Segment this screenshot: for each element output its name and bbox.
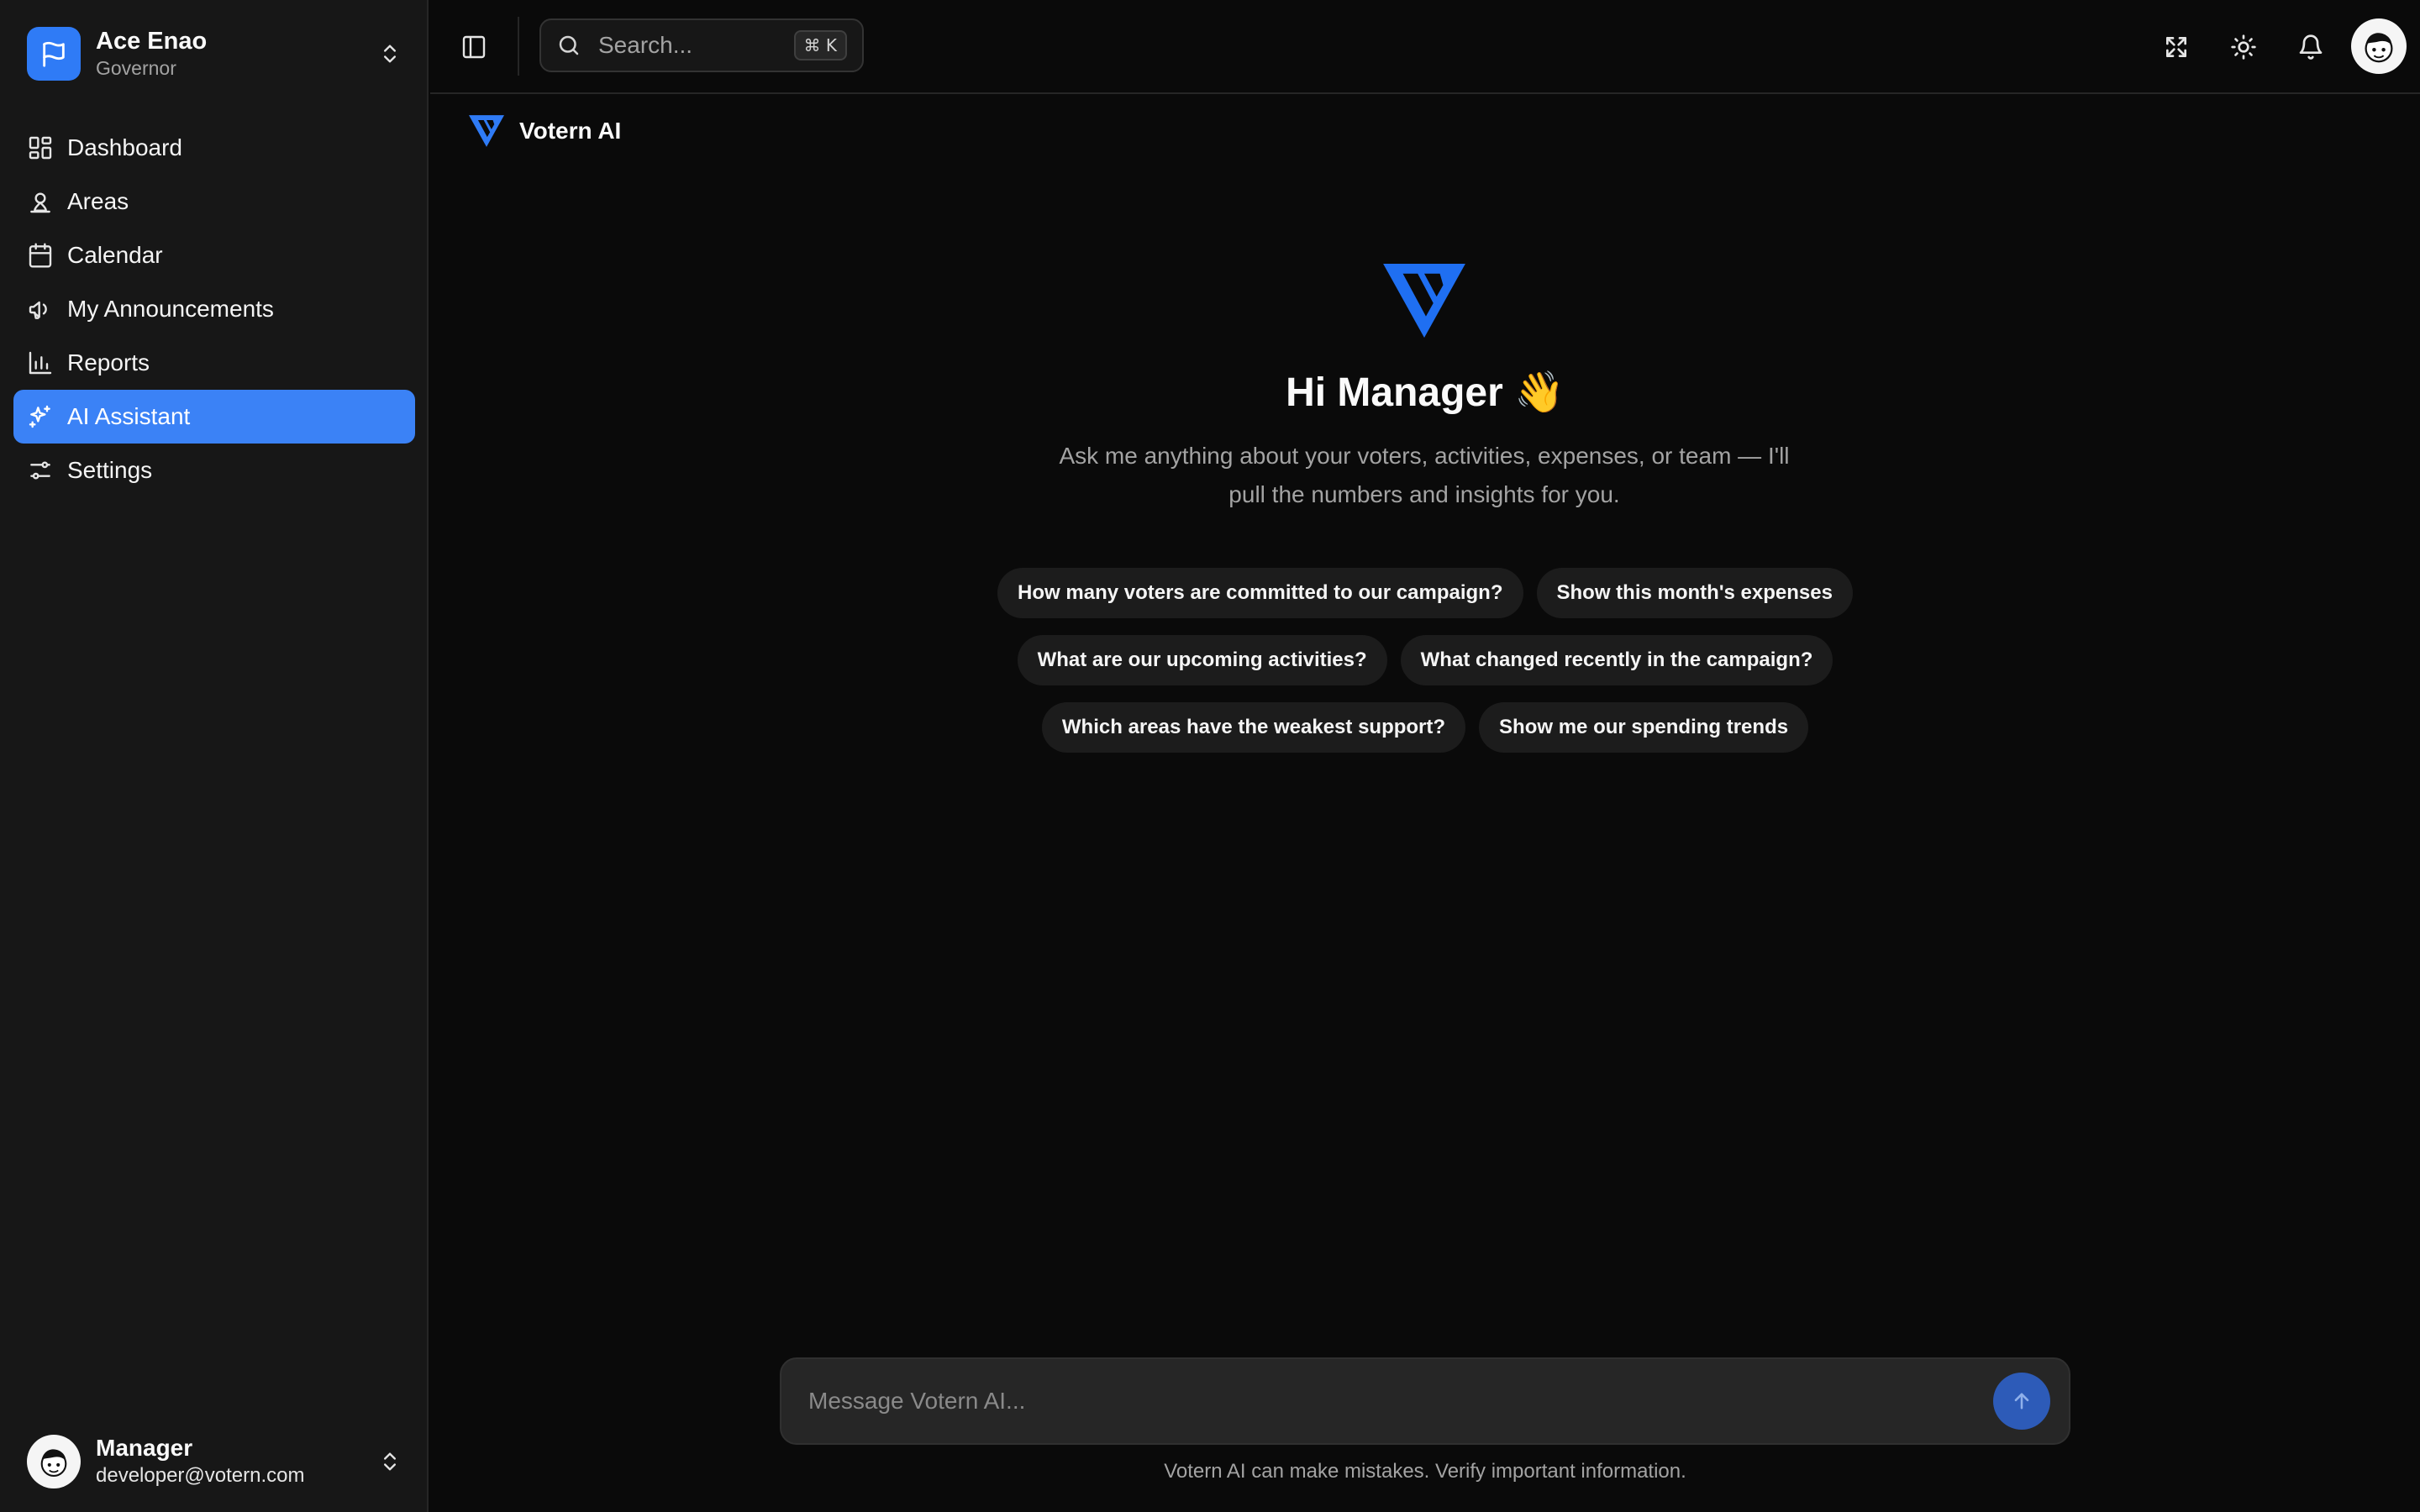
calendar-icon: [29, 243, 52, 268]
suggestion-chip[interactable]: How many voters are committed to our cam…: [997, 568, 1523, 618]
disclaimer-text: Votern AI can make mistakes. Verify impo…: [1164, 1460, 1686, 1483]
send-button[interactable]: [1993, 1373, 2050, 1430]
sidebar-item-areas[interactable]: Areas: [13, 175, 415, 228]
search-placeholder: Search...: [598, 32, 693, 58]
suggestion-chip[interactable]: Show this month's expenses: [1536, 568, 1853, 618]
bar-chart-icon: [29, 351, 52, 375]
avatar: [2365, 33, 2393, 63]
page-title: Votern AI: [469, 114, 621, 148]
sidebar-toggle-button[interactable]: [455, 29, 492, 66]
search-input[interactable]: Search... ⌘ K: [539, 18, 864, 72]
org-switcher[interactable]: Ace Enao Governor: [13, 18, 415, 89]
sidebar-item-label: AI Assistant: [67, 403, 191, 429]
sidebar-nav: Dashboard Areas Calendar My Announcement…: [13, 121, 415, 497]
sidebar-item-label: My Announcements: [67, 296, 274, 322]
sparkles-icon: [29, 405, 50, 428]
user-email: developer@votern.com: [96, 1464, 305, 1487]
suggestion-chip[interactable]: What changed recently in the campaign?: [1400, 635, 1833, 685]
suggestion-row: What are our upcoming activities? What c…: [430, 635, 2420, 685]
subtitle-line: pull the numbers and insights for you.: [1228, 481, 1620, 507]
suggestion-chip[interactable]: Show me our spending trends: [1479, 702, 1809, 753]
suggestion-chip[interactable]: Which areas have the weakest support?: [1041, 702, 1466, 753]
profile-avatar-button[interactable]: [2351, 18, 2407, 74]
notifications-button[interactable]: [2292, 29, 2329, 66]
sidebar-item-label: Calendar: [67, 242, 163, 268]
sidebar-item-reports[interactable]: Reports: [13, 336, 415, 390]
sidebar-item-label: Dashboard: [67, 134, 182, 160]
org-name: Ace Enao: [96, 28, 208, 55]
avatar: [27, 1435, 81, 1488]
search-icon: [559, 35, 579, 55]
bell-icon: [2299, 34, 2323, 60]
sidebar-item-dashboard[interactable]: Dashboard: [13, 121, 415, 175]
sidebar-item-label: Settings: [67, 457, 153, 483]
suggestion-row: How many voters are committed to our cam…: [430, 568, 2420, 618]
message-composer: [780, 1357, 2070, 1445]
sun-icon: [2231, 34, 2256, 60]
sidebar: Ace Enao Governor Dashboard Areas Calend…: [0, 0, 429, 1512]
dashboard-icon: [29, 136, 52, 160]
brand-name: Votern AI: [519, 118, 622, 144]
suggestion-chip[interactable]: What are our upcoming activities?: [1017, 635, 1387, 685]
divider: [518, 17, 519, 76]
org-role: Governor: [96, 57, 176, 79]
megaphone-icon: [29, 301, 47, 319]
votern-logo-icon: [1383, 264, 1465, 338]
arrow-up-icon: [2014, 1393, 2029, 1410]
expand-icon: [2166, 37, 2186, 57]
sidebar-item-settings[interactable]: Settings: [13, 444, 415, 497]
user-menu[interactable]: Manager developer@votern.com: [13, 1426, 415, 1497]
greeting-subtitle: Ask me anything about your voters, activ…: [1008, 437, 1840, 514]
flag-icon: [27, 27, 81, 81]
fullscreen-button[interactable]: [2158, 29, 2195, 66]
sidebar-item-ai-assistant[interactable]: AI Assistant: [13, 390, 415, 444]
panel-left-icon: [462, 35, 486, 59]
chevrons-up-down-icon: [384, 1452, 396, 1471]
sidebar-item-label: Reports: [67, 349, 150, 375]
subtitle-line: Ask me anything about your voters, activ…: [1059, 443, 1790, 469]
shortcut-hint: ⌘ K: [793, 30, 847, 60]
map-pin-icon: [30, 192, 50, 213]
sliders-icon: [30, 461, 50, 480]
suggestion-row: Which areas have the weakest support? Sh…: [430, 702, 2420, 753]
user-name: Manager: [96, 1435, 193, 1461]
greeting-title: Hi Manager 👋: [1286, 370, 1565, 415]
message-input[interactable]: [808, 1388, 1993, 1415]
sidebar-item-my-announcements[interactable]: My Announcements: [13, 282, 415, 336]
top-bar: Search... ⌘ K: [430, 0, 2420, 94]
sidebar-item-calendar[interactable]: Calendar: [13, 228, 415, 282]
chevrons-up-down-icon: [384, 45, 396, 63]
theme-toggle-button[interactable]: [2225, 29, 2262, 66]
sidebar-item-label: Areas: [67, 188, 129, 214]
votern-logo-icon: [469, 115, 504, 147]
